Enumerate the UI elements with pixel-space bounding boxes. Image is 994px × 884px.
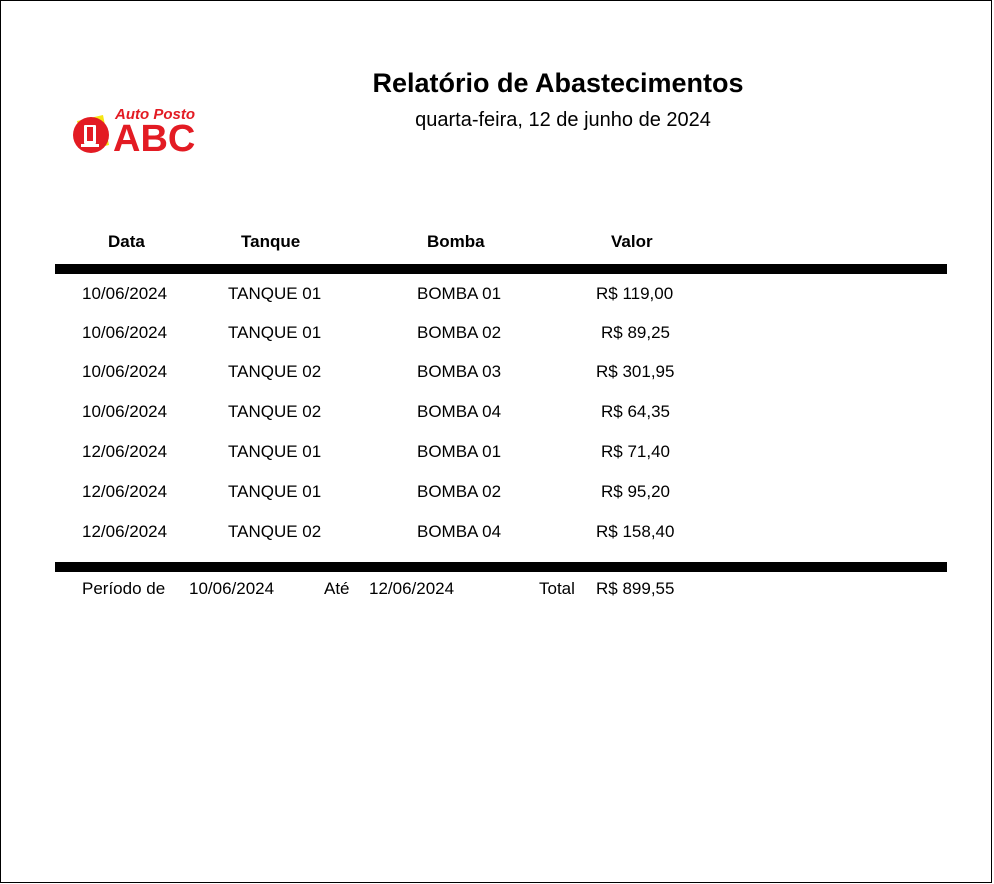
cell-data: 12/06/2024 [82, 442, 168, 461]
table-row: 12/06/2024 TANQUE 01 BOMBA 02 R$ 95,20 [1, 482, 994, 522]
cell-tanque: TANQUE 01 [228, 482, 322, 501]
cell-valor: R$ 89,25 [601, 323, 670, 342]
cell-data: 10/06/2024 [82, 402, 168, 421]
cell-tanque: TANQUE 01 [228, 442, 322, 461]
cell-data: 10/06/2024 [82, 323, 168, 342]
cell-bomba: BOMBA 02 [417, 323, 502, 342]
column-header-bomba: Bomba [427, 232, 485, 251]
cell-valor: R$ 71,40 [601, 442, 670, 461]
header-divider [55, 264, 947, 274]
company-logo: Auto Posto ABC [69, 105, 209, 165]
report-title: Relatório de Abastecimentos [372, 68, 744, 98]
table-row: 10/06/2024 TANQUE 01 BOMBA 02 R$ 89,25 [1, 323, 994, 363]
cell-tanque: TANQUE 01 [228, 323, 322, 342]
table-row: 10/06/2024 TANQUE 02 BOMBA 04 R$ 64,35 [1, 402, 994, 442]
fuel-pump-logo-icon [73, 115, 109, 153]
periodo-label: Período de [82, 579, 166, 598]
cell-bomba: BOMBA 04 [417, 522, 502, 541]
cell-tanque: TANQUE 02 [228, 522, 322, 541]
cell-bomba: BOMBA 01 [417, 442, 502, 461]
column-header-valor: Valor [611, 232, 653, 251]
table-row: 12/06/2024 TANQUE 02 BOMBA 04 R$ 158,40 [1, 522, 994, 562]
report-date: quarta-feira, 12 de junho de 2024 [415, 109, 711, 131]
column-header-data: Data [108, 232, 145, 251]
cell-tanque: TANQUE 02 [228, 402, 322, 421]
cell-data: 12/06/2024 [82, 482, 168, 501]
cell-bomba: BOMBA 04 [417, 402, 502, 421]
logo-line2: ABC [113, 118, 196, 160]
column-header-tanque: Tanque [241, 232, 301, 251]
cell-tanque: TANQUE 02 [228, 362, 322, 381]
cell-valor: R$ 95,20 [601, 482, 670, 501]
cell-bomba: BOMBA 02 [417, 482, 502, 501]
total-value: R$ 899,55 [596, 579, 675, 598]
cell-valor: R$ 158,40 [596, 522, 675, 541]
cell-bomba: BOMBA 03 [417, 362, 502, 381]
cell-valor: R$ 301,95 [596, 362, 675, 381]
cell-data: 12/06/2024 [82, 522, 168, 541]
table-row: 10/06/2024 TANQUE 02 BOMBA 03 R$ 301,95 [1, 362, 994, 402]
ate-label: Até [324, 579, 350, 598]
periodo-fim: 12/06/2024 [369, 579, 455, 598]
report-page: Auto Posto ABC Relatório de Abasteciment… [0, 0, 992, 883]
cell-bomba: BOMBA 01 [417, 284, 502, 303]
total-label: Total [539, 579, 575, 598]
table-row: 12/06/2024 TANQUE 01 BOMBA 01 R$ 71,40 [1, 442, 994, 482]
cell-valor: R$ 64,35 [601, 402, 670, 421]
cell-valor: R$ 119,00 [596, 284, 674, 303]
table-row: 10/06/2024 TANQUE 01 BOMBA 01 R$ 119,00 [1, 284, 994, 324]
cell-data: 10/06/2024 [82, 284, 168, 303]
cell-data: 10/06/2024 [82, 362, 168, 381]
periodo-inicio: 10/06/2024 [189, 579, 275, 598]
footer-divider [55, 562, 947, 572]
cell-tanque: TANQUE 01 [228, 284, 322, 303]
